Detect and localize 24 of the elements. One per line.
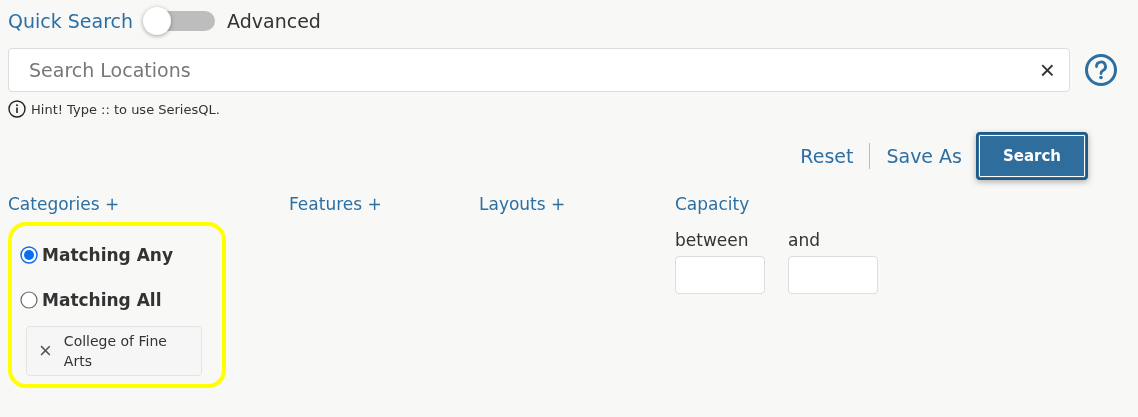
clear-button[interactable]: × xyxy=(1039,57,1055,83)
range-from-label: between xyxy=(675,230,750,250)
radio-circle-icon[interactable] xyxy=(20,290,38,309)
quick-search-label[interactable]: Quick Search xyxy=(8,10,134,32)
radio-circle-icon[interactable] xyxy=(20,245,38,264)
search-button[interactable]: Search xyxy=(976,132,1088,180)
filter-header-link[interactable]: Features + xyxy=(289,194,382,214)
reset-link[interactable]: Reset xyxy=(800,145,854,167)
search-field[interactable]: Search Locations × xyxy=(8,48,1070,92)
max-capacity-input[interactable] xyxy=(788,256,878,294)
min-capacity-input[interactable] xyxy=(675,256,765,294)
advanced-label: Advanced xyxy=(227,10,321,32)
info-icon xyxy=(8,100,26,118)
range-to-label: and xyxy=(788,230,821,250)
filter-header-link[interactable]: Capacity xyxy=(675,194,750,214)
filter-header-link[interactable]: Categories + xyxy=(8,194,120,214)
radio-option[interactable]: Matching All xyxy=(20,277,202,322)
filter-header-link[interactable]: Layouts + xyxy=(479,194,566,214)
hint-text: Hint! Type :: to use SeriesQL. xyxy=(31,101,220,117)
radio-option[interactable]: Matching Any xyxy=(20,232,202,277)
tag-label: College of Fine Arts xyxy=(63,332,168,371)
remove-tag-button[interactable]: × xyxy=(39,338,52,364)
save-as-link[interactable]: Save As xyxy=(886,145,962,167)
help-icon[interactable] xyxy=(1084,53,1118,87)
